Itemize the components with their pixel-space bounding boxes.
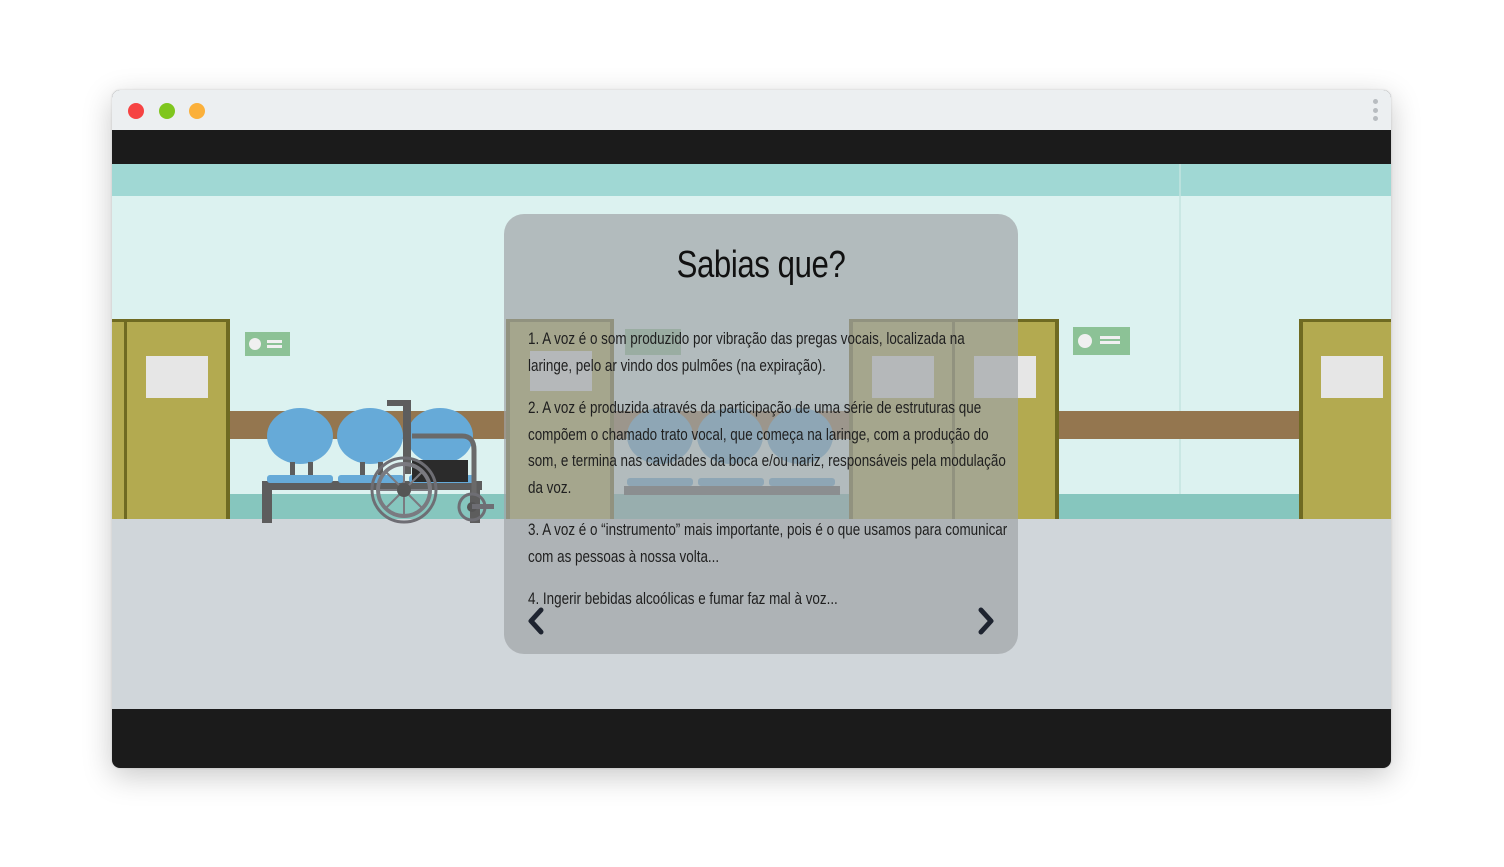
- previous-button[interactable]: [524, 607, 550, 635]
- dialog-title: Sabias que?: [676, 244, 846, 286]
- facts-list: 1. A voz é o som produzido por vibração …: [528, 326, 1128, 629]
- title-bar: [112, 90, 1391, 130]
- fact-item: 1. A voz é o som produzido por vibração …: [528, 329, 965, 375]
- maximize-button[interactable]: [189, 103, 205, 119]
- next-button[interactable]: [972, 607, 998, 635]
- hospital-scene: Sabias que? 1. A voz é o som produzido p…: [112, 164, 1391, 709]
- chevron-right-icon: [978, 607, 994, 635]
- minimize-button[interactable]: [159, 103, 175, 119]
- door-left: [112, 319, 230, 519]
- door-right: [1299, 319, 1391, 519]
- did-you-know-dialog: Sabias que? 1. A voz é o som produzido p…: [504, 214, 1018, 654]
- fact-item: 4. Ingerir bebidas alcoólicas e fumar fa…: [528, 589, 838, 608]
- kebab-menu-icon[interactable]: [1373, 99, 1379, 125]
- close-button[interactable]: [128, 103, 144, 119]
- fact-item: 2. A voz é produzida através da particip…: [528, 398, 1006, 497]
- fact-item: 3. A voz é o “instrumento” mais importan…: [528, 520, 1008, 566]
- exit-sign-left: [245, 332, 290, 356]
- chevron-left-icon: [528, 607, 544, 635]
- browser-window: Sabias que? 1. A voz é o som produzido p…: [112, 90, 1391, 768]
